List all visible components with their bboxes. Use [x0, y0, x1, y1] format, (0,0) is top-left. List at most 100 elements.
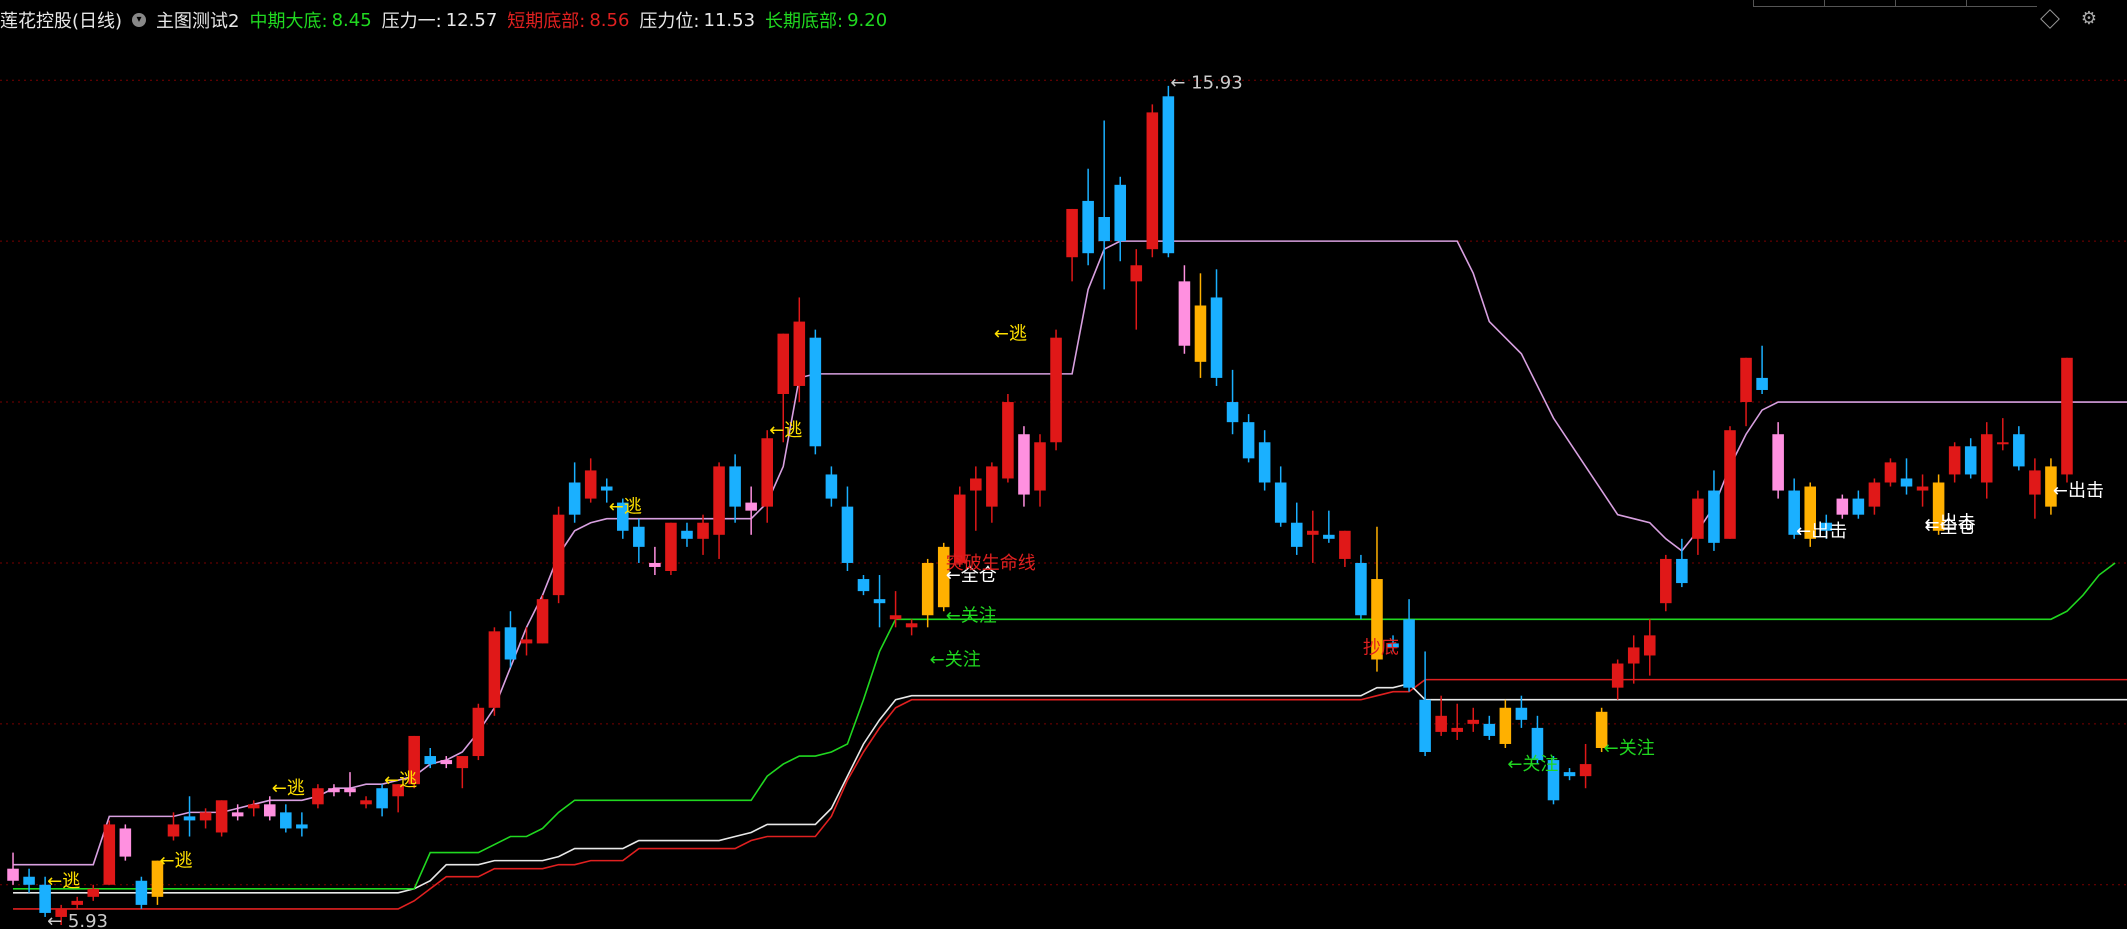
- candle-body-75: [1210, 297, 1223, 378]
- candle-body-26: [424, 756, 437, 765]
- candle-body-21: [344, 788, 356, 793]
- annotation-14: ←关注: [1507, 754, 1558, 775]
- candle-body-125: [2013, 434, 2025, 467]
- candle-body-50: [809, 337, 822, 447]
- candle-body-10: [167, 824, 180, 837]
- candle-body-54: [873, 599, 886, 604]
- annotation-10: 突破生命线: [946, 553, 1036, 574]
- annotation-15: ←关注: [1604, 738, 1655, 759]
- candle-body-30: [488, 631, 501, 708]
- annotation-11: ←关注: [946, 605, 997, 626]
- candle-body-77: [1242, 422, 1255, 459]
- red-bottom-line: [13, 678, 2127, 910]
- candle-body-35: [568, 482, 581, 515]
- candle-body-65: [1050, 337, 1062, 443]
- candle-body-89: [1435, 715, 1447, 732]
- candle-body-78: [1258, 442, 1271, 483]
- candle-body-7: [119, 828, 132, 857]
- candle-body-124: [1997, 442, 2009, 445]
- candle-body-11: [183, 816, 196, 821]
- candle-body-106: [1708, 490, 1720, 543]
- annotation-16: ←出击: [1796, 521, 1847, 542]
- candle-body-43: [697, 522, 709, 539]
- annotation-13: 抄底: [1363, 637, 1399, 658]
- candle-body-17: [280, 812, 292, 829]
- candle-body-28: [456, 756, 469, 769]
- candle-body-104: [1676, 558, 1688, 584]
- candle-body-64: [1034, 442, 1046, 491]
- candle-body-32: [520, 639, 533, 644]
- annotation-4: ←逃: [272, 778, 305, 799]
- candle-body-60: [970, 478, 982, 491]
- annotation-7: ←逃: [769, 420, 802, 441]
- annotation-18: ←出击: [1925, 513, 1976, 534]
- candle-body-68: [1098, 217, 1110, 242]
- candle-body-51: [825, 474, 838, 499]
- candle-body-87: [1403, 619, 1415, 688]
- candle-body-73: [1178, 281, 1191, 346]
- long-bottom-line: [13, 562, 2116, 890]
- candle-body-108: [1740, 357, 1752, 403]
- candle-body-126: [2029, 470, 2041, 495]
- candle-body-128: [2061, 357, 2073, 475]
- candle-body-61: [986, 466, 998, 507]
- candle-body-44: [713, 466, 725, 535]
- candle-body-100: [1611, 663, 1624, 688]
- candle-body-105: [1692, 498, 1704, 539]
- candle-body-46: [745, 502, 757, 511]
- candle-body-91: [1467, 719, 1480, 724]
- annotation-3: ←逃: [159, 851, 192, 872]
- candle-body-69: [1114, 184, 1127, 242]
- annotation-0: ← 5.93: [47, 911, 108, 929]
- annotation-2: ←逃: [47, 871, 80, 892]
- candle-body-121: [1948, 446, 1961, 475]
- candle-body-18: [296, 824, 308, 829]
- candle-body-119: [1916, 486, 1929, 491]
- candle-body-47: [761, 438, 773, 507]
- candle-body-97: [1563, 772, 1576, 777]
- white-bottom-line: [13, 682, 2127, 894]
- candle-body-70: [1130, 265, 1143, 282]
- candle-body-1: [23, 876, 35, 885]
- candle-body-53: [857, 579, 870, 592]
- candle-body-72: [1162, 96, 1175, 254]
- candle-body-23: [376, 788, 388, 809]
- annotation-1: ← 15.93: [1170, 73, 1242, 94]
- candle-body-117: [1884, 462, 1897, 483]
- candle-body-122: [1964, 446, 1977, 475]
- candle-body-40: [649, 562, 661, 567]
- candle-body-62: [1002, 402, 1014, 479]
- annotation-12: ←关注: [930, 650, 981, 671]
- candle-body-8: [135, 880, 148, 905]
- annotation-5: ←逃: [384, 770, 417, 791]
- candle-body-83: [1339, 530, 1351, 559]
- candlestick-chart: ← 5.93← 15.93←逃←逃←逃 ←逃←逃←逃←逃←全仓突破生命线←关注←关…: [0, 73, 2127, 929]
- candle-body-103: [1660, 558, 1672, 604]
- candle-body-82: [1323, 534, 1335, 539]
- candle-body-19: [312, 788, 324, 805]
- candle-body-45: [729, 466, 741, 507]
- candle-body-6: [103, 824, 116, 885]
- candle-body-94: [1515, 707, 1528, 720]
- candle-body-42: [681, 530, 693, 539]
- candle-body-76: [1226, 402, 1239, 423]
- candle-body-56: [905, 623, 918, 628]
- candle-body-74: [1194, 305, 1207, 362]
- candle-body-109: [1756, 377, 1768, 390]
- candle-body-67: [1082, 200, 1094, 254]
- candle-body-114: [1836, 498, 1849, 515]
- candle-body-34: [552, 514, 565, 596]
- candle-body-63: [1018, 434, 1030, 495]
- candle-body-123: [1980, 434, 1993, 483]
- candle-body-41: [665, 522, 677, 571]
- candle-body-52: [841, 506, 854, 563]
- candle-body-107: [1724, 430, 1736, 539]
- candle-body-115: [1852, 498, 1865, 515]
- candle-body-36: [584, 470, 597, 499]
- candle-body-116: [1868, 482, 1881, 507]
- candle-body-92: [1483, 723, 1496, 736]
- candle-body-39: [633, 526, 645, 547]
- candle-body-4: [71, 900, 83, 905]
- candle-body-20: [328, 788, 340, 793]
- candle-body-98: [1579, 764, 1592, 777]
